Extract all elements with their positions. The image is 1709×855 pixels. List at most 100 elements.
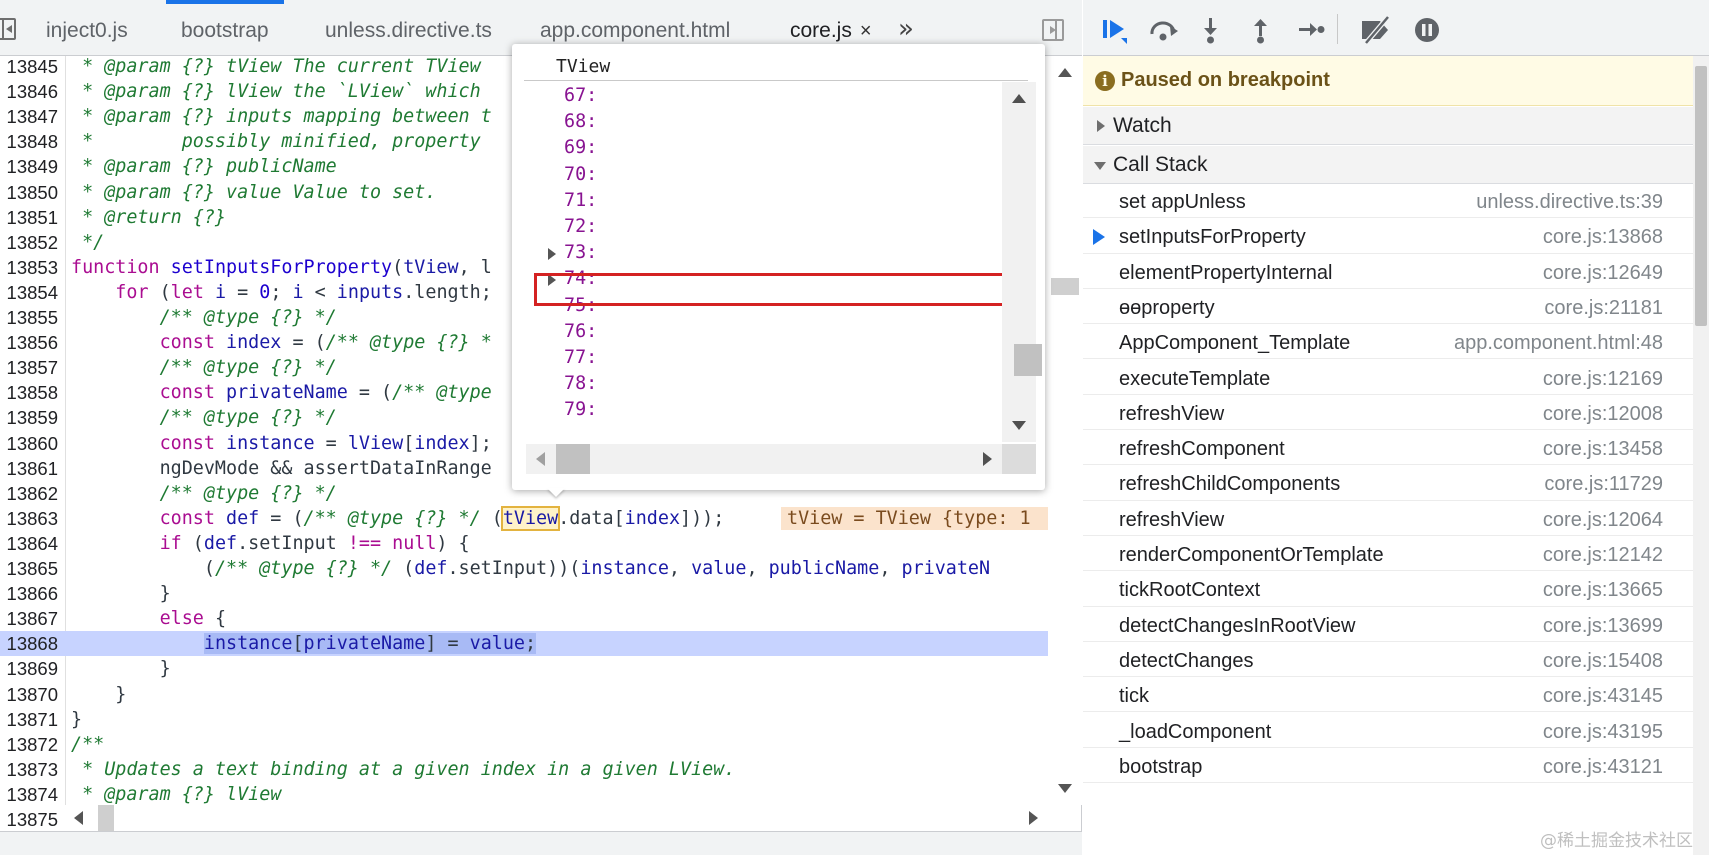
line-number[interactable]: 13867: [0, 606, 58, 631]
line-number[interactable]: 13859: [0, 405, 58, 430]
tab-unless-directive[interactable]: unless.directive.ts: [325, 0, 492, 56]
object-property-row[interactable]: 72:: [512, 213, 1002, 241]
resume-icon[interactable]: [1101, 16, 1127, 44]
object-property-row-expandable[interactable]: 73:: [512, 239, 1002, 267]
code-line[interactable]: 13870 }: [0, 682, 1048, 707]
scroll-right-icon[interactable]: [983, 452, 992, 466]
popover-vertical-scrollbar[interactable]: [1002, 82, 1042, 442]
line-number[interactable]: 13874: [0, 782, 58, 807]
call-frame[interactable]: AppComponent_Template app.component.html:…: [1083, 324, 1693, 360]
line-number[interactable]: 13858: [0, 380, 58, 405]
call-frame[interactable]: tickRootContext core.js:13665: [1083, 571, 1693, 607]
step-out-icon[interactable]: [1248, 16, 1274, 44]
scrollbar-thumb[interactable]: [1051, 278, 1079, 295]
call-frame[interactable]: elementPropertyInternal core.js:12649: [1083, 254, 1693, 289]
call-frame[interactable]: renderComponentOrTemplate core.js:12142: [1083, 536, 1693, 572]
code-line[interactable]: 13864 if (def.setInput !== null) {: [0, 531, 1048, 556]
toggle-navigator-icon[interactable]: [0, 18, 16, 40]
tab-inject0[interactable]: inject0.js: [46, 0, 128, 56]
expand-triangle-icon[interactable]: [548, 248, 556, 261]
object-property-row[interactable]: 67:: [512, 82, 1002, 110]
line-number[interactable]: 13850: [0, 180, 58, 205]
call-frame[interactable]: tick core.js:43145: [1083, 677, 1693, 713]
tab-bootstrap[interactable]: bootstrap: [166, 0, 284, 56]
object-property-row[interactable]: 69:: [512, 134, 1002, 162]
debugger-vertical-scrollbar[interactable]: [1693, 56, 1709, 855]
scrollbar-thumb[interactable]: [556, 444, 590, 474]
frame-location-link[interactable]: core.js:11729: [1544, 473, 1663, 496]
frame-location-link[interactable]: core.js:13665: [1543, 579, 1663, 602]
scroll-down-icon[interactable]: [1058, 784, 1072, 793]
frame-location-link[interactable]: core.js:13868: [1543, 226, 1663, 249]
line-number[interactable]: 13860: [0, 431, 58, 456]
code-line[interactable]: 13871}: [0, 707, 1048, 732]
frame-location-link[interactable]: core.js:12142: [1543, 544, 1663, 567]
line-number[interactable]: 13862: [0, 481, 58, 506]
frame-location-link[interactable]: core.js:21181: [1544, 297, 1663, 320]
line-number[interactable]: 13848: [0, 129, 58, 154]
tab-overflow-button[interactable]: »: [898, 14, 914, 44]
step-over-icon[interactable]: [1147, 16, 1178, 42]
call-frame[interactable]: detectChangesInRootView core.js:13699: [1083, 607, 1693, 642]
code-line[interactable]: 13867 else {: [0, 606, 1048, 631]
line-number[interactable]: 13875: [0, 807, 58, 832]
object-property-row[interactable]: 79:: [512, 396, 1002, 424]
line-number[interactable]: 13851: [0, 205, 58, 230]
line-number[interactable]: 13855: [0, 305, 58, 330]
object-property-row[interactable]: 78:: [512, 370, 1002, 398]
line-number[interactable]: 13872: [0, 732, 58, 757]
call-frame[interactable]: bootstrap core.js:43121: [1083, 748, 1693, 784]
call-frame[interactable]: _loadComponent core.js:43195: [1083, 713, 1693, 748]
variable-popover[interactable]: TView 67: 68: 69: 70: 71: 72: 73: 74: 75: 76: 77: 7…: [512, 44, 1045, 490]
scroll-left-icon[interactable]: [74, 811, 83, 825]
code-line[interactable]: 13865 (/** @type {?} */ (def.setInput))(…: [0, 556, 1048, 581]
object-property-row[interactable]: 70:: [512, 161, 1002, 189]
code-line[interactable]: 13872 /**: [0, 732, 1048, 757]
line-number[interactable]: 13873: [0, 757, 58, 782]
editor-vertical-scrollbar[interactable]: [1048, 56, 1082, 805]
scroll-right-icon[interactable]: [1029, 811, 1038, 825]
call-frame[interactable]: refreshView core.js:12008: [1083, 395, 1693, 431]
line-number[interactable]: 13852: [0, 230, 58, 255]
line-number[interactable]: 13847: [0, 104, 58, 129]
scroll-down-icon[interactable]: [1012, 421, 1026, 430]
frame-location-link[interactable]: core.js:43121: [1543, 756, 1663, 779]
code-line[interactable]: 13869 }: [0, 656, 1048, 681]
call-frame[interactable]: executeTemplate core.js:12169: [1083, 360, 1693, 395]
call-stack-section-header[interactable]: Call Stack: [1083, 146, 1693, 184]
line-number[interactable]: 13865: [0, 556, 58, 581]
call-frame[interactable]: detectChanges core.js:15408: [1083, 642, 1693, 678]
line-number[interactable]: 13868: [0, 631, 58, 656]
editor-horizontal-scrollbar[interactable]: [66, 805, 1048, 831]
code-line[interactable]: 13874 * @param {?} lView: [0, 782, 1048, 807]
line-number[interactable]: 13854: [0, 280, 58, 305]
watch-section-header[interactable]: Watch: [1083, 107, 1693, 145]
object-property-row[interactable]: 76:: [512, 318, 1002, 346]
frame-location-link[interactable]: core.js:12064: [1543, 509, 1663, 532]
line-number[interactable]: 13869: [0, 656, 58, 681]
object-property-row[interactable]: 77:: [512, 344, 1002, 372]
call-frame[interactable]: refreshComponent core.js:13458: [1083, 430, 1693, 466]
frame-location-link[interactable]: core.js:15408: [1543, 650, 1663, 673]
line-number[interactable]: 13871: [0, 707, 58, 732]
step-into-icon[interactable]: [1198, 16, 1224, 44]
hovered-token[interactable]: tView: [500, 505, 561, 531]
frame-location-link[interactable]: core.js:12649: [1543, 262, 1663, 285]
line-number[interactable]: 13853: [0, 255, 58, 280]
line-number[interactable]: 13861: [0, 456, 58, 481]
line-number[interactable]: 13870: [0, 682, 58, 707]
frame-location-link[interactable]: core.js:12008: [1543, 403, 1663, 426]
object-property-row[interactable]: 68:: [512, 108, 1002, 136]
code-line[interactable]: 13863 const def = (/** @type {?} */ (tVi…: [0, 505, 1048, 531]
deactivate-breakpoints-icon[interactable]: [1360, 15, 1390, 45]
scrollbar-thumb[interactable]: [1695, 66, 1707, 326]
frame-location-link[interactable]: core.js:12169: [1543, 368, 1663, 391]
code-line[interactable]: 13873 * Updates a text binding at a give…: [0, 757, 1048, 782]
call-frame[interactable]: setInputsForProperty core.js:13868: [1083, 218, 1693, 254]
scrollbar-thumb[interactable]: [98, 805, 114, 831]
frame-location-link[interactable]: app.component.html:48: [1454, 332, 1663, 355]
frame-location-link[interactable]: core.js:13458: [1543, 438, 1663, 461]
line-number[interactable]: 13857: [0, 355, 58, 380]
line-number[interactable]: 13864: [0, 531, 58, 556]
call-frame[interactable]: ɵɵproperty core.js:21181: [1083, 289, 1693, 325]
